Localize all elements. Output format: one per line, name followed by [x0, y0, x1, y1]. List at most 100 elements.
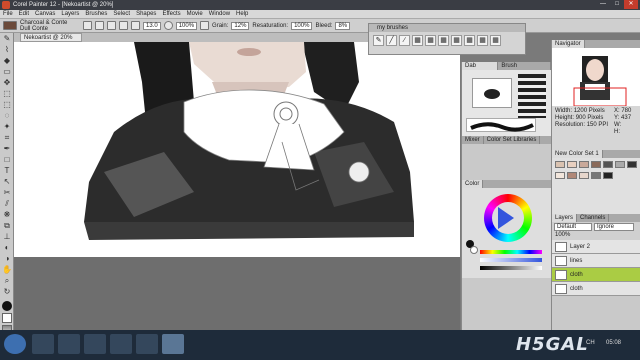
- taskbar-app-icon[interactable]: [32, 334, 54, 354]
- color-swatch[interactable]: [555, 161, 565, 168]
- stroke-type-2-icon[interactable]: [107, 21, 116, 30]
- document-tab[interactable]: Nekoartist @ 20%: [20, 33, 82, 42]
- start-button[interactable]: [4, 334, 26, 354]
- brush-variant[interactable]: Dull Conte: [20, 26, 80, 32]
- grabber-tool-icon[interactable]: ✋: [2, 265, 12, 275]
- tab-mixer[interactable]: Mixer: [462, 136, 484, 144]
- brush-preset-3-icon[interactable]: ∕: [399, 35, 410, 46]
- kaleidoscope-tool-icon[interactable]: ❋: [2, 210, 12, 220]
- menu-select[interactable]: Select: [110, 11, 133, 17]
- brush-size-icon[interactable]: [131, 21, 140, 30]
- paint-bucket-tool-icon[interactable]: ◆: [2, 56, 12, 66]
- brush-preset-9-icon[interactable]: ▦: [477, 35, 488, 46]
- menu-movie[interactable]: Movie: [184, 11, 206, 17]
- dodge-tool-icon[interactable]: ◐: [2, 243, 12, 253]
- burn-tool-icon[interactable]: ◑: [2, 254, 12, 264]
- magnifier-tool-icon[interactable]: ⌕: [2, 276, 12, 286]
- taskbar-app-icon[interactable]: [110, 334, 132, 354]
- pen-tool-icon[interactable]: ✒: [2, 144, 12, 154]
- brush-preset-5-icon[interactable]: ▦: [425, 35, 436, 46]
- hue-ring[interactable]: [484, 194, 532, 242]
- transform-tool-icon[interactable]: ⬚: [2, 89, 12, 99]
- rubber-stamp-tool-icon[interactable]: ⊥: [2, 232, 12, 242]
- color-swatch[interactable]: [603, 161, 613, 168]
- layer-item[interactable]: lines: [552, 254, 640, 268]
- tab-channels[interactable]: Channels: [577, 214, 610, 222]
- drawing-canvas[interactable]: [14, 42, 460, 257]
- color-swatch[interactable]: [591, 161, 601, 168]
- tab-brush-calibration[interactable]: Brush Calibration: [498, 62, 551, 77]
- composite-method-select[interactable]: Ignore: [594, 223, 634, 231]
- taskbar-app-icon[interactable]: [136, 334, 158, 354]
- menu-window[interactable]: Window: [206, 11, 233, 17]
- main-color-icon[interactable]: [2, 301, 12, 311]
- layer-item-selected[interactable]: cloth: [552, 268, 640, 282]
- eraser-tool-icon[interactable]: ▭: [2, 67, 12, 77]
- maximize-button[interactable]: □: [610, 0, 624, 9]
- brush-preset-4-icon[interactable]: ▦: [412, 35, 423, 46]
- brush-preset-7-icon[interactable]: ▦: [451, 35, 462, 46]
- shape-selection-tool-icon[interactable]: ↖: [2, 177, 12, 187]
- scissors-tool-icon[interactable]: ✂: [2, 188, 12, 198]
- menu-shapes[interactable]: Shapes: [133, 11, 159, 17]
- canvas-area[interactable]: [14, 42, 460, 330]
- text-tool-icon[interactable]: T: [2, 166, 12, 176]
- magic-wand-tool-icon[interactable]: ✦: [2, 122, 12, 132]
- crop-tool-icon[interactable]: ⌗: [2, 133, 12, 143]
- saturation-triangle[interactable]: [498, 207, 514, 229]
- layer-item[interactable]: cloth: [552, 282, 640, 296]
- menu-effects[interactable]: Effects: [159, 11, 183, 17]
- saturation-slider[interactable]: [480, 258, 542, 262]
- color-swatch[interactable]: [555, 172, 565, 179]
- menu-help[interactable]: Help: [233, 11, 251, 17]
- paper-selector-icon[interactable]: [2, 313, 12, 323]
- tab-layers[interactable]: Layers: [552, 214, 578, 222]
- input-language[interactable]: CH: [586, 340, 595, 346]
- value-slider[interactable]: [480, 266, 542, 270]
- brush-selector-icon[interactable]: [3, 21, 17, 30]
- rectangle-select-tool-icon[interactable]: ⬚: [2, 100, 12, 110]
- additional-color-swatch[interactable]: [470, 246, 478, 254]
- cloner-tool-icon[interactable]: ⧉: [2, 221, 12, 231]
- color-swatch[interactable]: [603, 172, 613, 179]
- brush-tool-icon[interactable]: ✎: [2, 34, 12, 44]
- taskbar-painter-icon[interactable]: [162, 334, 184, 354]
- resaturation-field[interactable]: 100%: [291, 21, 313, 30]
- menu-layers[interactable]: Layers: [58, 11, 82, 17]
- opacity-field[interactable]: 100%: [175, 21, 198, 30]
- color-swatch[interactable]: [579, 161, 589, 168]
- color-swatch[interactable]: [579, 172, 589, 179]
- menu-canvas[interactable]: Canvas: [32, 11, 58, 17]
- brush-preset-6-icon[interactable]: ▦: [438, 35, 449, 46]
- bleed-field[interactable]: 8%: [335, 21, 351, 30]
- color-swatch[interactable]: [615, 161, 625, 168]
- dab-type-icon[interactable]: [119, 21, 128, 30]
- color-swatch[interactable]: [567, 161, 577, 168]
- shape-tool-icon[interactable]: □: [2, 155, 12, 165]
- rotate-page-tool-icon[interactable]: ↻: [2, 287, 12, 297]
- clock[interactable]: 05:08: [606, 340, 621, 346]
- color-swatch[interactable]: [627, 161, 637, 168]
- brush-preset-10-icon[interactable]: ▦: [490, 35, 501, 46]
- close-button[interactable]: ✕: [624, 0, 638, 9]
- mirror-tool-icon[interactable]: ⫽: [2, 199, 12, 209]
- tab-color-set-libraries[interactable]: Color Set Libraries: [484, 136, 541, 144]
- layer-opacity-value[interactable]: 100%: [555, 232, 570, 238]
- layer-adjuster-tool-icon[interactable]: ✥: [2, 78, 12, 88]
- brush-preset-8-icon[interactable]: ▦: [464, 35, 475, 46]
- taskbar-app-icon[interactable]: [58, 334, 80, 354]
- brush-preset-1-icon[interactable]: ✎: [373, 35, 384, 46]
- taskbar-app-icon[interactable]: [84, 334, 106, 354]
- reset-tool-icon[interactable]: [83, 21, 92, 30]
- color-swatch[interactable]: [591, 172, 601, 179]
- menu-file[interactable]: File: [0, 11, 16, 17]
- color-swatch[interactable]: [567, 172, 577, 179]
- menu-brushes[interactable]: Brushes: [82, 11, 110, 17]
- blend-mode-select[interactable]: Default: [554, 223, 592, 231]
- dab-profile-grid[interactable]: [518, 74, 546, 118]
- minimize-button[interactable]: —: [596, 0, 610, 9]
- grain-field[interactable]: 12%: [231, 21, 250, 30]
- dropper-tool-icon[interactable]: ⌇: [2, 45, 12, 55]
- menu-edit[interactable]: Edit: [16, 11, 32, 17]
- lasso-tool-icon[interactable]: ◌: [2, 111, 12, 121]
